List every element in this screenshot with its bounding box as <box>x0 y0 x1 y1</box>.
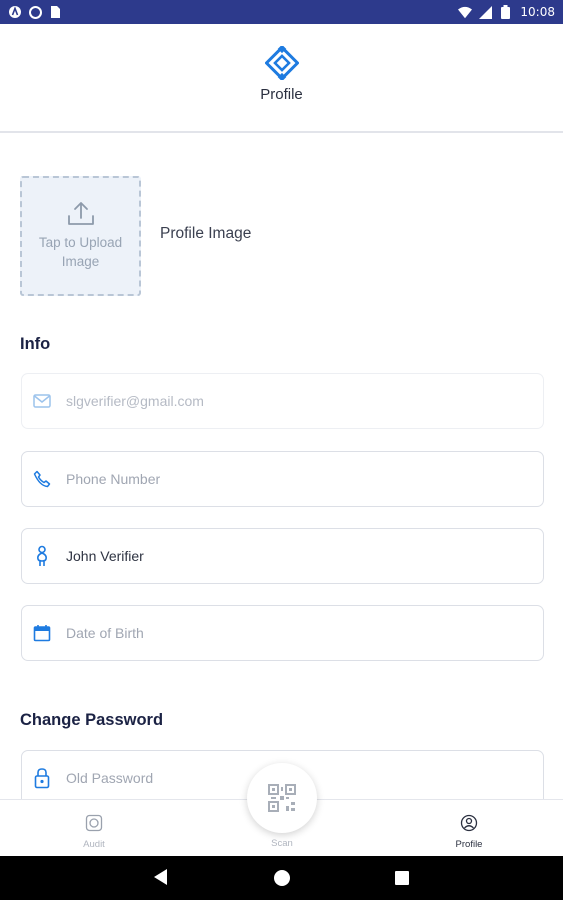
nav-item-scan[interactable]: Scan <box>242 838 322 849</box>
qr-code-icon <box>268 784 296 812</box>
battery-icon <box>498 5 512 19</box>
status-time: 10:08 <box>520 5 555 19</box>
app-header: Profile <box>0 24 563 133</box>
change-password-title: Change Password <box>20 711 164 729</box>
profile-image-upload[interactable]: Tap to Upload Image <box>20 176 141 296</box>
page-title: Profile <box>260 86 303 103</box>
dob-field[interactable]: Date of Birth <box>21 605 544 661</box>
status-bar-right: 10:08 <box>458 5 555 19</box>
diamond-logo-icon <box>264 46 299 80</box>
upload-text: Tap to Upload Image <box>38 235 123 269</box>
email-value: slgverifier@gmail.com <box>66 393 204 409</box>
nav-label-audit: Audit <box>83 839 105 850</box>
mail-icon <box>32 391 52 411</box>
name-value: John Verifier <box>66 548 144 564</box>
person-icon <box>32 545 52 566</box>
calendar-icon <box>32 623 52 643</box>
sim-card-icon <box>48 5 62 19</box>
a-circle-icon <box>8 5 22 19</box>
old-password-placeholder: Old Password <box>66 770 154 786</box>
email-field: slgverifier@gmail.com <box>21 373 544 429</box>
nav-label-scan: Scan <box>271 838 293 849</box>
profile-icon <box>460 814 478 832</box>
recents-icon[interactable] <box>395 871 409 885</box>
name-field[interactable]: John Verifier <box>21 528 544 584</box>
nav-item-profile[interactable]: Profile <box>429 814 509 850</box>
back-icon[interactable] <box>154 869 168 885</box>
status-bar: 10:08 <box>0 0 563 24</box>
nav-label-profile: Profile <box>455 839 483 850</box>
android-navigation-bar <box>0 856 563 900</box>
signal-icon <box>478 5 492 19</box>
nav-item-audit[interactable]: Audit <box>54 814 134 850</box>
wifi-icon <box>458 5 473 19</box>
dob-placeholder: Date of Birth <box>66 625 144 641</box>
circle-icon <box>28 5 42 19</box>
home-icon[interactable] <box>274 870 290 886</box>
profile-image-label: Profile Image <box>160 225 252 242</box>
phone-placeholder: Phone Number <box>66 471 161 487</box>
scan-button[interactable] <box>247 763 317 833</box>
phone-icon <box>32 469 52 489</box>
audit-icon <box>85 814 103 832</box>
status-bar-left <box>8 5 62 19</box>
phone-field[interactable]: Phone Number <box>21 451 544 507</box>
info-section-title: Info <box>20 335 51 353</box>
lock-icon <box>32 768 52 789</box>
upload-icon <box>67 202 94 225</box>
